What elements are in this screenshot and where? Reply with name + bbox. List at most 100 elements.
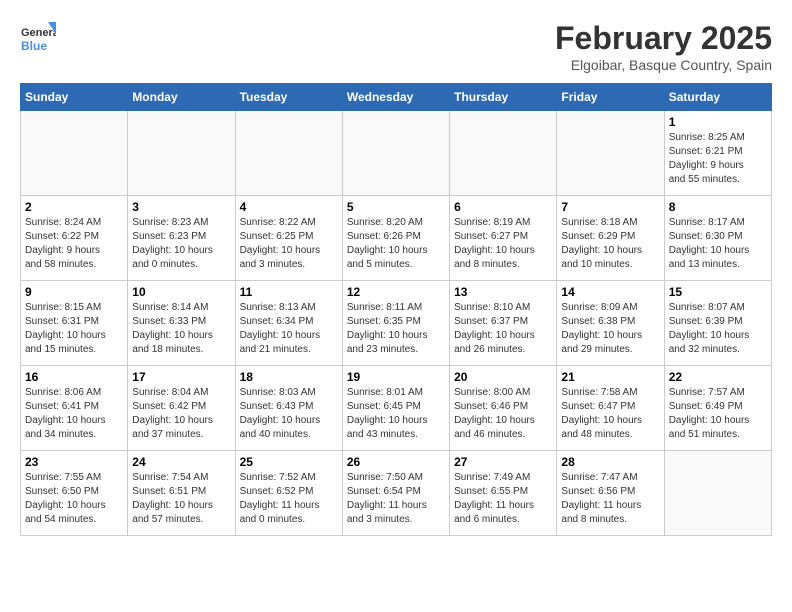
- calendar-day-header: Tuesday: [235, 84, 342, 111]
- page-title: February 2025: [555, 20, 772, 57]
- calendar-day-header: Friday: [557, 84, 664, 111]
- calendar-cell: [450, 111, 557, 196]
- day-info: Sunrise: 7:57 AM Sunset: 6:49 PM Dayligh…: [669, 386, 767, 442]
- day-number: 4: [240, 200, 338, 214]
- day-info: Sunrise: 8:00 AM Sunset: 6:46 PM Dayligh…: [454, 386, 552, 442]
- calendar-cell: 2 Sunrise: 8:24 AM Sunset: 6:22 PM Daylig…: [21, 196, 128, 281]
- calendar-week-row: 16Sunrise: 8:06 AM Sunset: 6:41 PM Dayli…: [21, 366, 772, 451]
- day-number: 6: [454, 200, 552, 214]
- calendar-day-header: Thursday: [450, 84, 557, 111]
- calendar-day-header: Wednesday: [342, 84, 449, 111]
- calendar-day-header: Sunday: [21, 84, 128, 111]
- calendar-cell: 7 Sunrise: 8:18 AM Sunset: 6:29 PM Daylig…: [557, 196, 664, 281]
- day-info: Sunrise: 8:25 AM Sunset: 6:21 PM Dayligh…: [669, 131, 767, 187]
- day-info: Sunrise: 8:23 AM Sunset: 6:23 PM Dayligh…: [132, 216, 230, 272]
- day-number: 10: [132, 285, 230, 299]
- day-info: Sunrise: 8:20 AM Sunset: 6:26 PM Dayligh…: [347, 216, 445, 272]
- day-info: Sunrise: 7:58 AM Sunset: 6:47 PM Dayligh…: [561, 386, 659, 442]
- calendar-cell: 12 Sunrise: 8:11 AM Sunset: 6:35 PM Dayli…: [342, 281, 449, 366]
- day-number: 24: [132, 455, 230, 469]
- day-number: 3: [132, 200, 230, 214]
- calendar-cell: 27 Sunrise: 7:49 AM Sunset: 6:55 PM Dayli…: [450, 451, 557, 536]
- logo: General Blue: [20, 20, 56, 60]
- day-info: Sunrise: 8:14 AM Sunset: 6:33 PM Dayligh…: [132, 301, 230, 357]
- calendar-header-row: SundayMondayTuesdayWednesdayThursdayFrid…: [21, 84, 772, 111]
- day-info: Sunrise: 8:07 AM Sunset: 6:39 PM Dayligh…: [669, 301, 767, 357]
- day-number: 8: [669, 200, 767, 214]
- day-number: 21: [561, 370, 659, 384]
- day-number: 18: [240, 370, 338, 384]
- calendar-cell: 11 Sunrise: 8:13 AM Sunset: 6:34 PM Dayli…: [235, 281, 342, 366]
- day-info: Sunrise: 8:24 AM Sunset: 6:22 PM Dayligh…: [25, 216, 123, 272]
- day-number: 12: [347, 285, 445, 299]
- calendar-cell: 4 Sunrise: 8:22 AM Sunset: 6:25 PM Daylig…: [235, 196, 342, 281]
- svg-text:General: General: [21, 27, 56, 39]
- day-info: Sunrise: 8:18 AM Sunset: 6:29 PM Dayligh…: [561, 216, 659, 272]
- day-number: 1: [669, 115, 767, 129]
- calendar-cell: 21 Sunrise: 7:58 AM Sunset: 6:47 PM Dayli…: [557, 366, 664, 451]
- calendar-cell: 20Sunrise: 8:00 AM Sunset: 6:46 PM Dayli…: [450, 366, 557, 451]
- calendar-week-row: 9 Sunrise: 8:15 AM Sunset: 6:31 PM Daylig…: [21, 281, 772, 366]
- calendar-cell: 18 Sunrise: 8:03 AM Sunset: 6:43 PM Dayli…: [235, 366, 342, 451]
- calendar-cell: 22 Sunrise: 7:57 AM Sunset: 6:49 PM Dayli…: [664, 366, 771, 451]
- day-info: Sunrise: 8:11 AM Sunset: 6:35 PM Dayligh…: [347, 301, 445, 357]
- calendar-cell: [235, 111, 342, 196]
- calendar-cell: 6 Sunrise: 8:19 AM Sunset: 6:27 PM Daylig…: [450, 196, 557, 281]
- calendar-day-header: Monday: [128, 84, 235, 111]
- day-info: Sunrise: 8:19 AM Sunset: 6:27 PM Dayligh…: [454, 216, 552, 272]
- day-number: 11: [240, 285, 338, 299]
- calendar-cell: 25Sunrise: 7:52 AM Sunset: 6:52 PM Dayli…: [235, 451, 342, 536]
- calendar-cell: 16Sunrise: 8:06 AM Sunset: 6:41 PM Dayli…: [21, 366, 128, 451]
- day-info: Sunrise: 7:50 AM Sunset: 6:54 PM Dayligh…: [347, 471, 445, 527]
- day-info: Sunrise: 7:47 AM Sunset: 6:56 PM Dayligh…: [561, 471, 659, 527]
- day-number: 28: [561, 455, 659, 469]
- day-info: Sunrise: 8:09 AM Sunset: 6:38 PM Dayligh…: [561, 301, 659, 357]
- day-number: 22: [669, 370, 767, 384]
- day-info: Sunrise: 8:01 AM Sunset: 6:45 PM Dayligh…: [347, 386, 445, 442]
- day-info: Sunrise: 8:04 AM Sunset: 6:42 PM Dayligh…: [132, 386, 230, 442]
- calendar-cell: 23Sunrise: 7:55 AM Sunset: 6:50 PM Dayli…: [21, 451, 128, 536]
- calendar-cell: 24 Sunrise: 7:54 AM Sunset: 6:51 PM Dayli…: [128, 451, 235, 536]
- logo-svg: General Blue: [20, 20, 56, 60]
- calendar-week-row: 2 Sunrise: 8:24 AM Sunset: 6:22 PM Daylig…: [21, 196, 772, 281]
- day-info: Sunrise: 7:49 AM Sunset: 6:55 PM Dayligh…: [454, 471, 552, 527]
- calendar-cell: 19 Sunrise: 8:01 AM Sunset: 6:45 PM Dayli…: [342, 366, 449, 451]
- day-number: 19: [347, 370, 445, 384]
- calendar-week-row: 23Sunrise: 7:55 AM Sunset: 6:50 PM Dayli…: [21, 451, 772, 536]
- day-info: Sunrise: 7:55 AM Sunset: 6:50 PM Dayligh…: [25, 471, 123, 527]
- day-info: Sunrise: 8:22 AM Sunset: 6:25 PM Dayligh…: [240, 216, 338, 272]
- calendar-cell: [128, 111, 235, 196]
- title-block: February 2025 Elgoibar, Basque Country, …: [555, 20, 772, 73]
- day-number: 14: [561, 285, 659, 299]
- calendar-cell: [21, 111, 128, 196]
- page-header: General Blue February 2025 Elgoibar, Bas…: [20, 20, 772, 73]
- calendar-cell: [557, 111, 664, 196]
- calendar-cell: 3 Sunrise: 8:23 AM Sunset: 6:23 PM Daylig…: [128, 196, 235, 281]
- day-number: 15: [669, 285, 767, 299]
- day-info: Sunrise: 8:13 AM Sunset: 6:34 PM Dayligh…: [240, 301, 338, 357]
- page-subtitle: Elgoibar, Basque Country, Spain: [555, 57, 772, 73]
- calendar-day-header: Saturday: [664, 84, 771, 111]
- day-number: 27: [454, 455, 552, 469]
- calendar-cell: 8Sunrise: 8:17 AM Sunset: 6:30 PM Daylig…: [664, 196, 771, 281]
- calendar-cell: 10 Sunrise: 8:14 AM Sunset: 6:33 PM Dayli…: [128, 281, 235, 366]
- calendar-cell: 1 Sunrise: 8:25 AM Sunset: 6:21 PM Daylig…: [664, 111, 771, 196]
- calendar-cell: 14 Sunrise: 8:09 AM Sunset: 6:38 PM Dayli…: [557, 281, 664, 366]
- calendar-cell: 28 Sunrise: 7:47 AM Sunset: 6:56 PM Dayli…: [557, 451, 664, 536]
- calendar-cell: 13 Sunrise: 8:10 AM Sunset: 6:37 PM Dayli…: [450, 281, 557, 366]
- day-info: Sunrise: 8:10 AM Sunset: 6:37 PM Dayligh…: [454, 301, 552, 357]
- day-number: 13: [454, 285, 552, 299]
- calendar-cell: 26Sunrise: 7:50 AM Sunset: 6:54 PM Dayli…: [342, 451, 449, 536]
- calendar-table: SundayMondayTuesdayWednesdayThursdayFrid…: [20, 83, 772, 536]
- day-number: 16: [25, 370, 123, 384]
- day-number: 7: [561, 200, 659, 214]
- day-info: Sunrise: 8:03 AM Sunset: 6:43 PM Dayligh…: [240, 386, 338, 442]
- calendar-cell: 9 Sunrise: 8:15 AM Sunset: 6:31 PM Daylig…: [21, 281, 128, 366]
- calendar-cell: 17Sunrise: 8:04 AM Sunset: 6:42 PM Dayli…: [128, 366, 235, 451]
- day-number: 5: [347, 200, 445, 214]
- calendar-week-row: 1 Sunrise: 8:25 AM Sunset: 6:21 PM Daylig…: [21, 111, 772, 196]
- day-number: 9: [25, 285, 123, 299]
- day-info: Sunrise: 7:54 AM Sunset: 6:51 PM Dayligh…: [132, 471, 230, 527]
- day-info: Sunrise: 8:15 AM Sunset: 6:31 PM Dayligh…: [25, 301, 123, 357]
- day-number: 2: [25, 200, 123, 214]
